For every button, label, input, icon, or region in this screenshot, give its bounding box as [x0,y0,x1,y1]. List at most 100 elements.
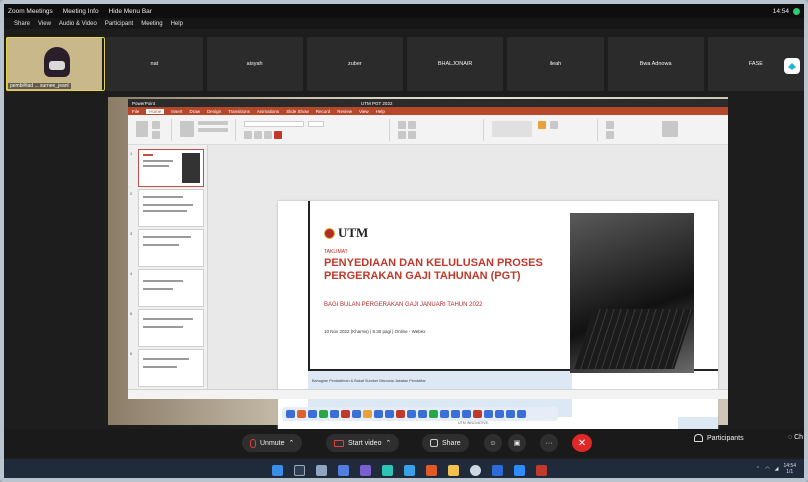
copy-icon[interactable] [152,131,160,139]
tab-draw[interactable]: Draw [190,109,201,114]
chrome-icon[interactable] [470,465,481,476]
tab-view[interactable]: View [359,109,369,114]
layout-icon[interactable] [198,121,228,125]
widgets-icon[interactable] [338,465,349,476]
teams-icon[interactable] [360,465,371,476]
start-menu-icon[interactable] [272,465,283,476]
participants-button[interactable]: Participants [694,434,744,442]
chevron-up-icon[interactable]: ⌃ [289,439,295,447]
zoom-title-bar: Zoom Meetings Meeting Info Hide Menu Bar… [4,4,804,18]
participant-tile[interactable]: zuber [306,37,403,91]
tab-design[interactable]: Design [207,109,221,114]
tab-help[interactable]: Help [376,109,385,114]
self-video-tile[interactable]: pembi#lad ... surnee_jeanl [6,37,105,91]
reactions-button[interactable]: ☺ [484,434,502,452]
italic-icon[interactable] [254,131,262,139]
file-explorer-icon[interactable] [448,465,459,476]
wifi-icon[interactable]: ◠ [765,466,769,472]
share-label: Share [442,439,461,447]
participant-name: zuber [347,61,362,67]
replace-icon[interactable] [606,131,614,139]
shared-taskbar [282,407,558,421]
font-group [240,119,390,141]
office-icon[interactable] [426,465,437,476]
slide-date: 10 Nov 2022 (Khamis) | 9.30 pagi | Onlin… [324,329,426,334]
shared-app-icon [484,410,493,418]
slide-thumbnail[interactable] [138,189,204,227]
tab-record[interactable]: Record [316,109,331,114]
participant-name: aisyah [246,61,263,67]
reset-icon[interactable] [198,128,228,132]
menu-share[interactable]: Share [14,21,30,27]
underline-icon[interactable] [264,131,272,139]
menu-audio-video[interactable]: Audio & Video [59,21,97,27]
font-size-dropdown[interactable] [308,121,324,127]
slide-thumbnail[interactable] [138,269,204,307]
menu-meeting[interactable]: Meeting [141,21,162,27]
chat-button[interactable]: ◌ Ch [788,434,803,441]
share-button[interactable]: Share [422,434,469,452]
slide-thumbnail[interactable] [138,229,204,267]
search-icon[interactable] [294,465,305,476]
floating-app-icon[interactable] [784,58,800,74]
bullets-icon[interactable] [398,121,406,129]
participant-tile[interactable]: ileah [507,37,604,91]
self-name-label: pembi#lad ... surnee_jeanl [8,83,71,89]
shape-fill-icon[interactable] [538,121,546,129]
unmute-button[interactable]: Unmute ⌃ [242,434,303,452]
new-slide-icon[interactable] [180,121,194,137]
slide-thumbnail[interactable] [138,149,204,187]
tab-file[interactable]: File [132,109,139,114]
tab-animations[interactable]: Animations [257,109,279,114]
shapes-gallery[interactable] [492,121,532,137]
numbering-icon[interactable] [408,121,416,129]
menu-view[interactable]: View [38,21,51,27]
shared-app-icon [451,410,460,418]
powerpoint-app-icon[interactable] [536,465,547,476]
tab-review[interactable]: Review [337,109,352,114]
zoom-app-icon[interactable] [514,465,525,476]
paste-icon[interactable] [136,121,148,137]
font-color-icon[interactable] [274,131,282,139]
shared-app-icon [297,410,306,418]
align-center-icon[interactable] [408,131,416,139]
utm-seal-icon [324,227,335,239]
utm-logo: UTM [324,225,368,241]
menu-help[interactable]: Help [171,21,183,27]
slide-thumbnail[interactable] [138,349,204,387]
chevron-up-icon[interactable]: ⌃ [756,466,760,472]
mail-icon[interactable] [404,465,415,476]
bold-icon[interactable] [244,131,252,139]
end-call-button[interactable]: ✕ [572,434,592,452]
find-icon[interactable] [606,121,614,129]
volume-icon[interactable]: ◢ [775,466,779,472]
chevron-up-icon[interactable]: ⌃ [385,439,391,447]
tray-clock[interactable]: 14:54 1/1 [783,463,796,475]
tab-slide-show[interactable]: Slide Show [286,109,309,114]
font-name-dropdown[interactable] [244,121,304,127]
meeting-info-button[interactable]: Meeting Info [63,8,99,15]
menu-participant[interactable]: Participant [105,21,133,27]
participant-tile[interactable]: BHALJONAIR [407,37,504,91]
tab-transitions[interactable]: Transitions [228,109,250,114]
edge-icon[interactable] [382,465,393,476]
dictate-icon[interactable] [662,121,678,137]
arrange-icon[interactable] [550,121,558,129]
participant-tile[interactable]: Bwa Adnowa [607,37,704,91]
participant-tile[interactable]: nat [106,37,203,91]
more-options-button[interactable]: ··· [540,434,558,452]
slide-thumbnail[interactable] [138,309,204,347]
more-apps-button[interactable]: ▣ [508,434,526,452]
tab-home[interactable]: Home [146,108,165,114]
word-icon[interactable] [492,465,503,476]
cut-icon[interactable] [152,121,160,129]
participant-tile[interactable]: aisyah [206,37,303,91]
start-video-button[interactable]: Start video ⌃ [326,434,400,452]
tab-insert[interactable]: Insert [171,109,182,114]
participants-icon [694,434,703,442]
task-view-icon[interactable] [316,465,327,476]
align-left-icon[interactable] [398,131,406,139]
shared-app-icon [385,410,394,418]
hide-menu-bar-button[interactable]: Hide Menu Bar [109,8,152,15]
shared-app-icon [308,410,317,418]
